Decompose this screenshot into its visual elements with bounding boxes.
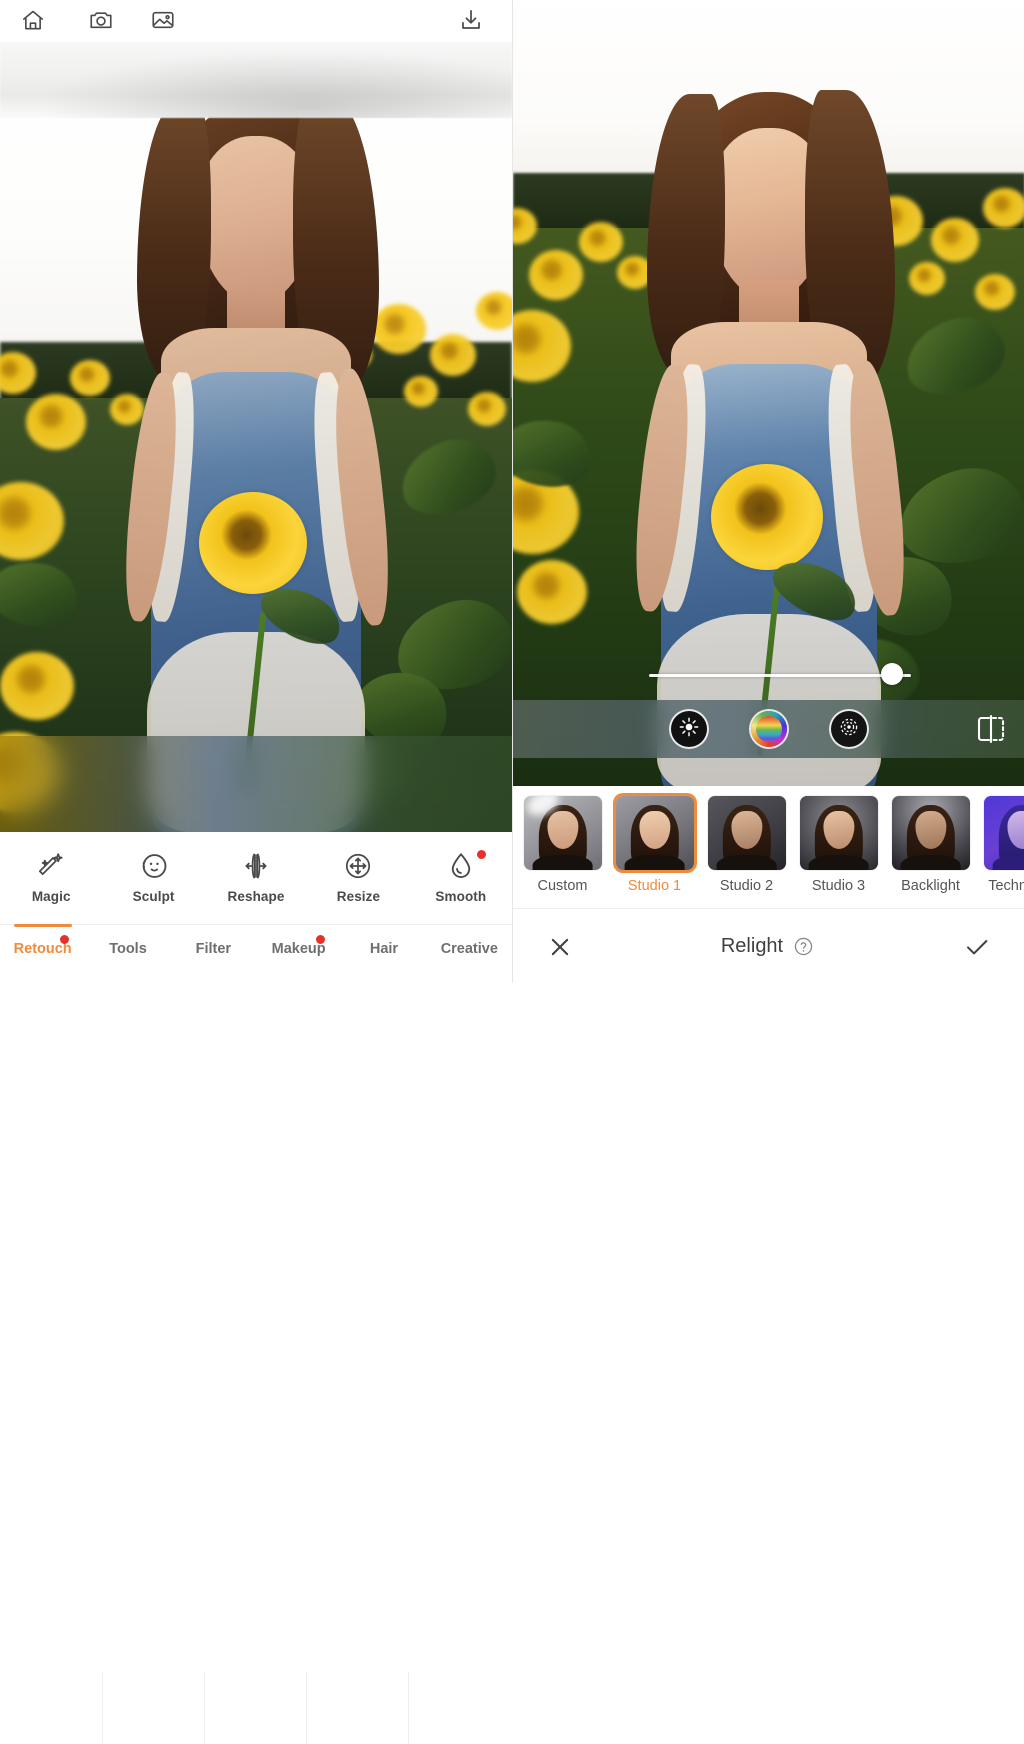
tool-label: Resize	[307, 889, 409, 904]
tab-makeup[interactable]: Makeup	[256, 925, 341, 957]
tool-label: Sculpt	[102, 889, 204, 904]
tab-tools[interactable]: Tools	[85, 925, 170, 957]
texture-mode-button[interactable]	[831, 711, 867, 747]
tab-retouch[interactable]: Retouch	[0, 925, 85, 957]
tab-label: Filter	[171, 941, 256, 957]
resize-icon	[307, 848, 409, 884]
tool-sculpt[interactable]: Sculpt	[102, 848, 204, 904]
checkmark-icon	[963, 933, 991, 961]
preset-label: Studio 1	[613, 878, 697, 894]
preset-technicolor[interactable]: Technicolo	[981, 796, 1024, 894]
tab-filter[interactable]: Filter	[171, 925, 256, 957]
preset-label: Backlight	[889, 878, 973, 894]
tab-creative[interactable]: Creative	[427, 925, 512, 957]
face-sculpt-icon	[102, 848, 204, 884]
original-photo-canvas[interactable]	[0, 42, 512, 832]
aperture-texture-icon	[837, 715, 861, 744]
preset-backlight[interactable]: Backlight	[889, 796, 973, 894]
gallery-icon[interactable]	[150, 7, 180, 35]
panel-title-group: Relight	[573, 935, 963, 958]
active-tab-underline	[14, 924, 72, 927]
preset-label: Technicolo	[981, 878, 1024, 894]
tool-label: Magic	[0, 889, 102, 904]
sun-brightness-icon	[678, 716, 700, 743]
camera-icon[interactable]	[88, 7, 118, 35]
retouch-tool-strip: Magic Sculpt	[0, 832, 512, 920]
preset-label: Custom	[521, 878, 605, 894]
tool-magic[interactable]: Magic	[0, 848, 102, 904]
confirm-button[interactable]	[963, 933, 991, 961]
preset-thumbnail	[892, 796, 970, 870]
portrait-subject	[91, 72, 421, 832]
color-wheel-icon	[756, 716, 782, 742]
preset-label: Studio 3	[797, 878, 881, 894]
tab-label: Hair	[341, 941, 426, 957]
slider-handle[interactable]	[881, 663, 903, 685]
preset-label: Studio 2	[705, 878, 789, 894]
header-blur-band	[0, 42, 512, 118]
slider-track	[649, 674, 911, 677]
tab-label: Makeup	[256, 941, 341, 957]
cancel-button[interactable]	[547, 934, 573, 960]
preset-studio-1[interactable]: Studio 1	[613, 796, 697, 894]
tool-smooth[interactable]: Smooth	[410, 848, 512, 904]
top-toolbar	[0, 0, 512, 42]
preset-thumbnail	[616, 796, 694, 870]
relight-mode-bar	[513, 700, 1024, 758]
before-after-compare-icon[interactable]	[973, 712, 1009, 746]
preset-custom[interactable]: Custom	[521, 796, 605, 894]
relight-photo-canvas[interactable]	[513, 0, 1024, 786]
preset-studio-3[interactable]: Studio 3	[797, 796, 881, 894]
home-icon[interactable]	[20, 7, 50, 35]
tool-resize[interactable]: Resize	[307, 848, 409, 904]
new-badge-dot	[477, 850, 486, 859]
color-mode-button[interactable]	[751, 711, 787, 747]
photo-editor-app: Magic Sculpt	[0, 0, 1024, 983]
relight-preset-list[interactable]: Custom Studio 1	[513, 786, 1024, 918]
tab-label: Tools	[85, 941, 170, 957]
tab-hair[interactable]: Hair	[341, 925, 426, 957]
intensity-slider[interactable]	[649, 672, 911, 680]
tab-label: Creative	[427, 941, 512, 957]
preset-thumbnail	[800, 796, 878, 870]
brightness-mode-button[interactable]	[671, 711, 707, 747]
droplet-icon	[410, 848, 512, 884]
reshape-icon	[205, 848, 307, 884]
bottom-frosted-band	[0, 736, 512, 832]
left-screen: Magic Sculpt	[0, 0, 512, 983]
page-title: Relight	[721, 935, 783, 958]
tab-label: Retouch	[0, 941, 85, 957]
right-screen: Custom Studio 1	[512, 0, 1024, 983]
preset-thumbnail	[524, 796, 602, 870]
help-question-icon[interactable]	[793, 936, 814, 957]
preset-studio-2[interactable]: Studio 2	[705, 796, 789, 894]
tool-label: Smooth	[410, 889, 512, 904]
relight-action-bar: Relight	[513, 908, 1024, 984]
download-icon[interactable]	[458, 7, 488, 35]
category-tab-bar: Retouch Tools Filter Makeup Hair Creativ…	[0, 924, 512, 984]
close-x-icon	[547, 934, 573, 960]
preset-thumbnail	[708, 796, 786, 870]
tool-label: Reshape	[205, 889, 307, 904]
tool-reshape[interactable]: Reshape	[205, 848, 307, 904]
preset-thumbnail	[984, 796, 1024, 870]
magic-wand-icon	[0, 848, 102, 884]
